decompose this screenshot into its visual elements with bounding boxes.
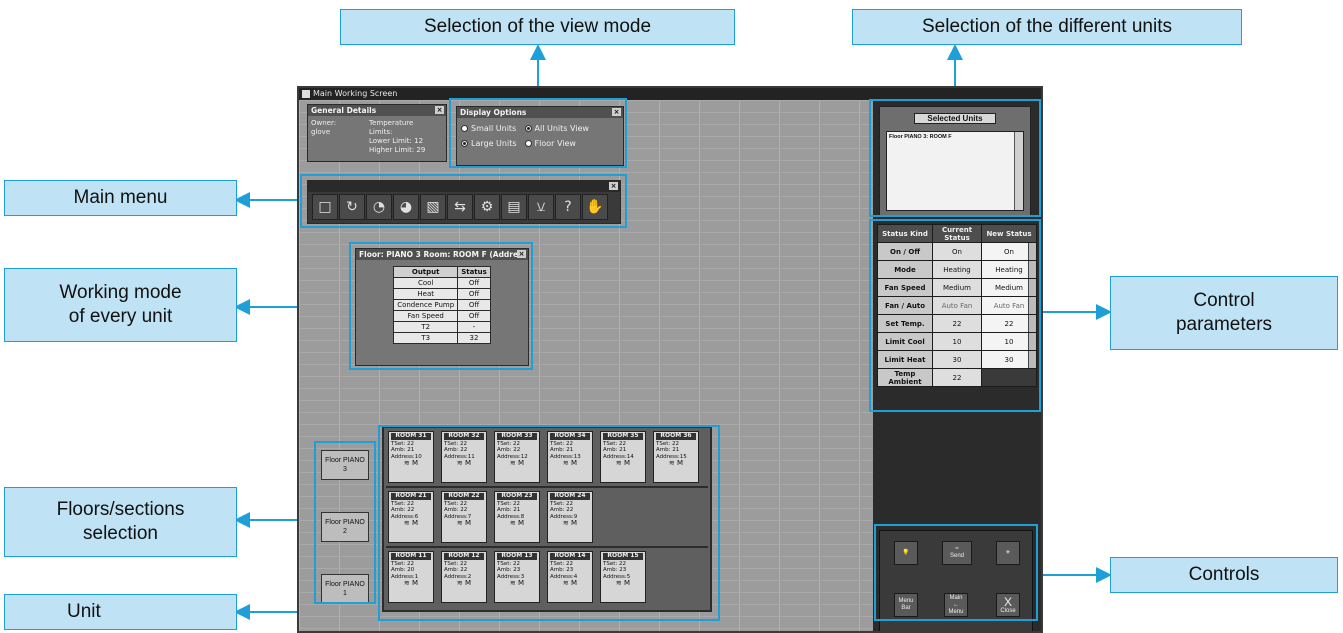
highlight-display-options [449,98,627,168]
callout-control-params: Control parameters [1110,276,1338,350]
temperature-block: Temperature Limits: Lower Limit: 12 High… [369,119,425,155]
callout-main-menu: Main menu [4,180,237,216]
owner-value: glove [311,128,331,136]
callout-controls: Controls [1110,557,1338,593]
close-icon[interactable]: × [435,106,444,114]
highlight-unit-popup [349,242,533,370]
callout-view-mode-text: Selection of the view mode [423,16,652,38]
highlight-main-menu [300,174,627,228]
highlight-units [378,425,720,621]
callout-view-mode: Selection of the view mode [340,9,735,45]
owner-label: Owner: [311,119,337,127]
app-icon [302,90,310,98]
general-details-title: General Details [311,106,377,115]
callout-floors-line1: Floors/sections [56,499,185,521]
highlight-floors [314,441,376,604]
callout-floors-line2: selection [83,523,158,544]
general-details-body: Owner: glove Temperature Limits: Lower L… [308,116,446,158]
lower-limit: Lower Limit: 12 [369,137,424,145]
callout-control-line1: Control [1193,290,1255,312]
callout-unit: Unit [4,594,237,630]
callout-units: Selection of the different units [852,9,1242,45]
general-details-titlebar: General Details × [308,105,446,116]
callout-floors: Floors/sections selection [4,487,237,557]
higher-limit: Higher Limit: 29 [369,146,426,154]
callout-units-text: Selection of the different units [922,16,1172,38]
callout-working-mode-line2: of every unit [68,306,173,327]
limits-label: Limits: [369,128,393,136]
callout-controls-text: Controls [1188,564,1260,586]
general-details-panel: General Details × Owner: glove Temperatur… [307,104,447,162]
callout-unit-text: Unit [67,601,101,623]
callout-working-mode: Working mode of every unit [4,268,237,342]
highlight-selected-units [869,99,1041,217]
callout-main-menu-text: Main menu [73,187,168,209]
callout-control-line2: parameters [1175,314,1273,335]
highlight-control-params [869,219,1041,412]
highlight-controls [874,524,1038,621]
window-title: Main Working Screen [313,89,398,98]
owner-block: Owner: glove [311,119,369,155]
temperature-label: Temperature [369,119,414,127]
callout-working-mode-line1: Working mode [59,282,182,304]
